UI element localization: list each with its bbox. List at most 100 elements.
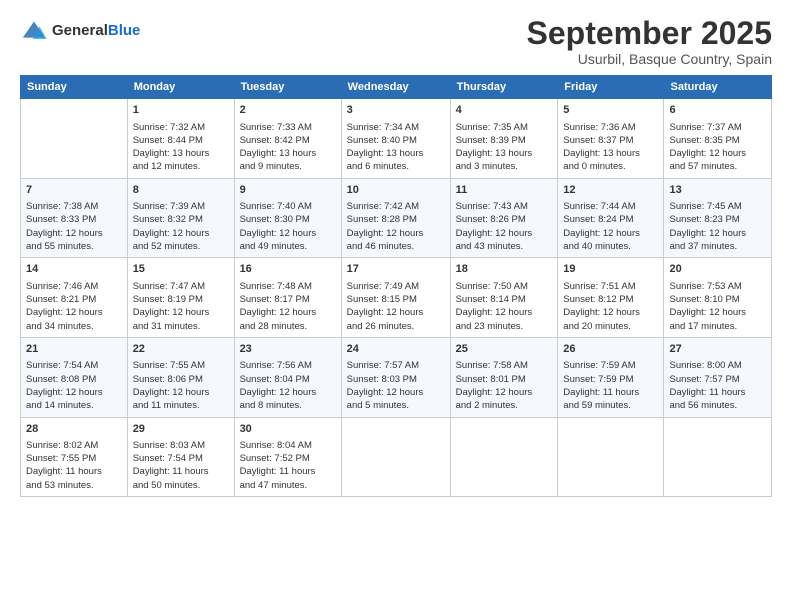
cell-text-line: Daylight: 11 hours	[563, 387, 639, 398]
cell-text-line: and 46 minutes.	[347, 241, 415, 252]
cell-text-line: Sunset: 7:57 PM	[669, 374, 739, 385]
cell-text-line: Sunset: 8:15 PM	[347, 294, 417, 305]
logo-icon	[20, 18, 48, 46]
logo-area: GeneralBlue	[20, 16, 140, 46]
cell-text-line: and 49 minutes.	[240, 241, 308, 252]
header-cell-tuesday: Tuesday	[234, 76, 341, 99]
calendar-cell	[450, 417, 558, 497]
cell-text-line: Sunrise: 7:46 AM	[26, 281, 98, 292]
calendar-cell: 18Sunrise: 7:50 AMSunset: 8:14 PMDayligh…	[450, 258, 558, 338]
calendar-cell: 11 Sunrise: 7:43 AM Sunset: 8:26 PM Dayligh…	[450, 178, 558, 258]
calendar-page: GeneralBlue September 2025 Usurbil, Basq…	[0, 0, 792, 612]
calendar-cell: 16Sunrise: 7:48 AMSunset: 8:17 PMDayligh…	[234, 258, 341, 338]
cell-text-line: Sunrise: 8:02 AM	[26, 440, 98, 451]
week-row-4: 21Sunrise: 7:54 AMSunset: 8:08 PMDayligh…	[21, 337, 772, 417]
calendar-cell: 3Sunrise: 7:34 AMSunset: 8:40 PMDaylight…	[341, 99, 450, 179]
cell-text-line: Sunrise: 7:51 AM	[563, 281, 635, 292]
calendar-cell: 6Sunrise: 7:37 AMSunset: 8:35 PMDaylight…	[664, 99, 772, 179]
cell-text-line: Sunset: 8:35 PM	[669, 135, 739, 146]
day-number: 14	[26, 262, 122, 277]
cell-text-line: Daylight: 12 hours	[26, 387, 103, 398]
day-number: 11	[456, 183, 553, 198]
cell-text-line: and 14 minutes.	[26, 400, 94, 411]
day-number: 24	[347, 342, 445, 357]
cell-text-line: Sunset: 8:24 PM	[563, 214, 633, 225]
day-number: 15	[133, 262, 229, 277]
cell-text-line: Daylight: 11 hours	[26, 466, 102, 477]
day-number: 19	[563, 262, 658, 277]
cell-text-line: Sunset: 8:33 PM	[26, 214, 96, 225]
cell-text-line: Sunset: 7:52 PM	[240, 453, 310, 464]
calendar-cell: 19Sunrise: 7:51 AMSunset: 8:12 PMDayligh…	[558, 258, 664, 338]
week-row-3: 14Sunrise: 7:46 AMSunset: 8:21 PMDayligh…	[21, 258, 772, 338]
header: GeneralBlue September 2025 Usurbil, Basq…	[20, 16, 772, 67]
cell-text-line: Sunset: 8:39 PM	[456, 135, 526, 146]
logo-general: General	[52, 22, 108, 39]
calendar-cell	[664, 417, 772, 497]
cell-text-line: Daylight: 12 hours	[669, 228, 746, 239]
cell-text-line: Daylight: 12 hours	[347, 228, 424, 239]
cell-text-line: Sunset: 8:03 PM	[347, 374, 417, 385]
calendar-cell: 14Sunrise: 7:46 AMSunset: 8:21 PMDayligh…	[21, 258, 128, 338]
day-number: 20	[669, 262, 766, 277]
cell-text-line: Sunrise: 7:49 AM	[347, 281, 419, 292]
calendar-cell: 24Sunrise: 7:57 AMSunset: 8:03 PMDayligh…	[341, 337, 450, 417]
day-number: 22	[133, 342, 229, 357]
calendar-cell: 23Sunrise: 7:56 AMSunset: 8:04 PMDayligh…	[234, 337, 341, 417]
calendar-cell: 17Sunrise: 7:49 AMSunset: 8:15 PMDayligh…	[341, 258, 450, 338]
cell-text-line: Sunset: 8:32 PM	[133, 214, 203, 225]
cell-text-line: and 34 minutes.	[26, 321, 94, 332]
cell-text-line: and 43 minutes.	[456, 241, 524, 252]
cell-text-line: and 23 minutes.	[456, 321, 524, 332]
cell-text-line: Sunrise: 8:04 AM	[240, 440, 312, 451]
cell-text-line: Daylight: 12 hours	[240, 387, 317, 398]
cell-text-line: Sunset: 7:54 PM	[133, 453, 203, 464]
header-cell-monday: Monday	[127, 76, 234, 99]
header-cell-sunday: Sunday	[21, 76, 128, 99]
cell-text-line: Sunrise: 7:43 AM	[456, 201, 528, 212]
cell-text-line: Daylight: 12 hours	[26, 228, 103, 239]
cell-text-line: Daylight: 12 hours	[563, 228, 640, 239]
cell-text-line: Daylight: 13 hours	[240, 148, 317, 159]
week-row-5: 28Sunrise: 8:02 AMSunset: 7:55 PMDayligh…	[21, 417, 772, 497]
cell-text-line: Sunrise: 7:33 AM	[240, 122, 312, 133]
cell-text-line: and 55 minutes.	[26, 241, 94, 252]
cell-text-line: and 47 minutes.	[240, 480, 308, 491]
cell-text-line: Sunrise: 7:44 AM	[563, 201, 635, 212]
calendar-cell: 8Sunrise: 7:39 AMSunset: 8:32 PMDaylight…	[127, 178, 234, 258]
day-number: 28	[26, 422, 122, 437]
cell-text-line: and 26 minutes.	[347, 321, 415, 332]
cell-text-line: and 53 minutes.	[26, 480, 94, 491]
cell-text-line: Sunset: 8:19 PM	[133, 294, 203, 305]
cell-text-line: Sunrise: 7:32 AM	[133, 122, 205, 133]
day-number: 26	[563, 342, 658, 357]
cell-text-line: Sunset: 7:59 PM	[563, 374, 633, 385]
header-cell-thursday: Thursday	[450, 76, 558, 99]
cell-text-line: Sunrise: 7:55 AM	[133, 360, 205, 371]
cell-text-line: Sunset: 8:10 PM	[669, 294, 739, 305]
cell-text-line: Sunset: 8:30 PM	[240, 214, 310, 225]
cell-text-line: Daylight: 12 hours	[133, 228, 210, 239]
cell-text-line: Daylight: 12 hours	[456, 228, 533, 239]
calendar-cell	[558, 417, 664, 497]
cell-text-line: Sunrise: 7:59 AM	[563, 360, 635, 371]
cell-text-line: Sunset: 8:08 PM	[26, 374, 96, 385]
day-number: 21	[26, 342, 122, 357]
cell-text-line: Daylight: 12 hours	[133, 307, 210, 318]
cell-text-line: Sunrise: 8:03 AM	[133, 440, 205, 451]
cell-text-line: Sunrise: 7:39 AM	[133, 201, 205, 212]
cell-text-line: Sunrise: 7:42 AM	[347, 201, 419, 212]
calendar-cell	[21, 99, 128, 179]
cell-text-line: and 9 minutes.	[240, 161, 302, 172]
cell-text-line: and 12 minutes.	[133, 161, 201, 172]
cell-text-line: Sunrise: 7:50 AM	[456, 281, 528, 292]
cell-text-line: Daylight: 12 hours	[347, 387, 424, 398]
cell-text-line: Sunset: 8:26 PM	[456, 214, 526, 225]
day-number: 27	[669, 342, 766, 357]
day-number: 25	[456, 342, 553, 357]
cell-text-line: and 6 minutes.	[347, 161, 409, 172]
calendar-cell: 12Sunrise: 7:44 AMSunset: 8:24 PMDayligh…	[558, 178, 664, 258]
cell-text-line: Daylight: 12 hours	[669, 307, 746, 318]
day-number: 18	[456, 262, 553, 277]
calendar-cell: 22Sunrise: 7:55 AMSunset: 8:06 PMDayligh…	[127, 337, 234, 417]
